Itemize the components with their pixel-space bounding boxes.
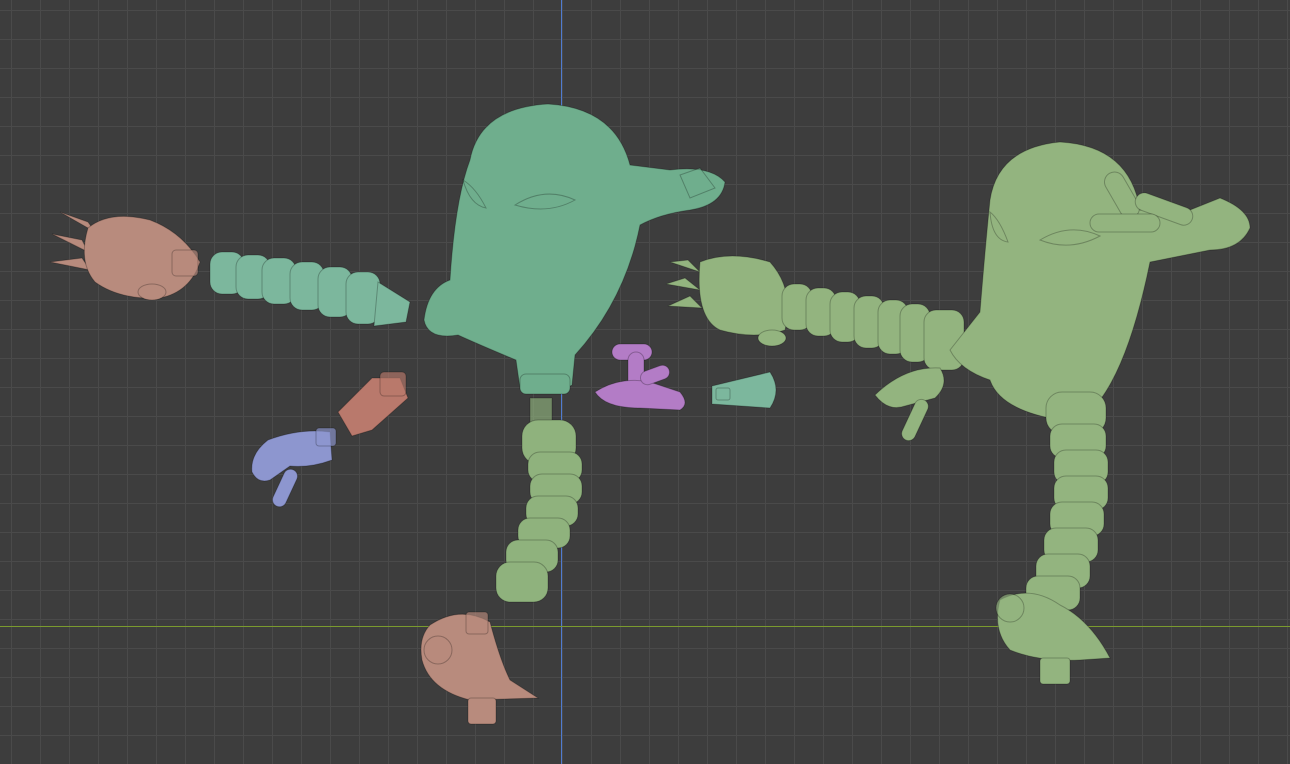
arm-segments-teal[interactable]	[209, 251, 411, 327]
cup-connector-teal[interactable]	[711, 371, 777, 409]
3d-viewport[interactable]	[0, 0, 1290, 764]
foot-salmon[interactable]	[420, 611, 540, 725]
claw-hand-salmon[interactable]	[49, 211, 201, 301]
neck-segments-green[interactable]	[495, 397, 583, 603]
scene-objects[interactable]	[0, 0, 1290, 764]
hand-lavender[interactable]	[251, 427, 337, 509]
assembled-figure-green[interactable]	[665, 141, 1251, 685]
head-teal[interactable]	[423, 103, 726, 395]
hand-purple[interactable]	[594, 343, 686, 411]
wrist-piece-rust[interactable]	[337, 371, 409, 437]
